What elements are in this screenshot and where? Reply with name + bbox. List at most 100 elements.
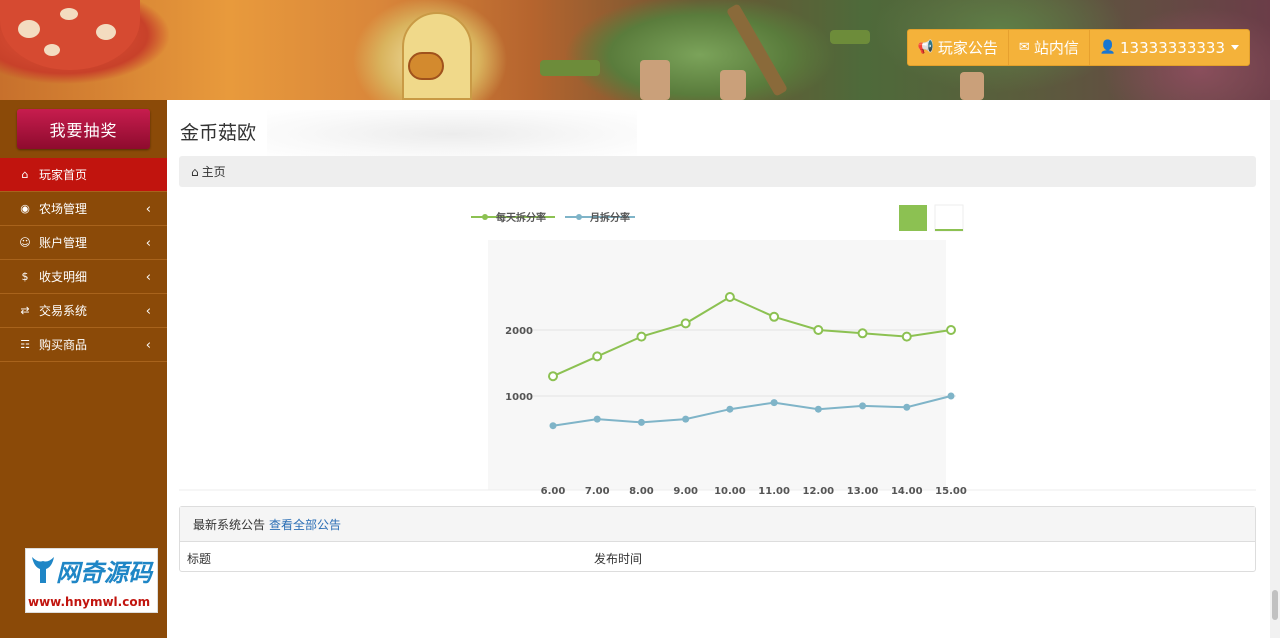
line-chart: 1000 2000 6.00 7.00 8.00 9.00 10.00 11.00 12.00 1…: [179, 195, 1256, 495]
data-point: [813, 325, 824, 335]
legend-marker: [576, 214, 582, 220]
logo-url: www.hnymwl.com: [28, 595, 151, 609]
y-tick-label: 1000: [505, 392, 533, 403]
data-point: [548, 371, 558, 382]
column-header-publish-time: 发布时间: [594, 552, 643, 566]
lottery-button[interactable]: 我要抽奖: [17, 109, 150, 149]
x-tick-label: 12.00: [803, 486, 835, 495]
chart-toggle-button-active: [899, 205, 927, 231]
x-tick-label: 8.00: [629, 486, 654, 495]
data-point: [770, 399, 778, 407]
announcement-table-header: 标题 发布时间: [180, 542, 1255, 572]
home-icon: ⌂: [191, 164, 199, 179]
site-logo: 网奇源码 www.hnymwl.com: [25, 548, 158, 613]
shopping-cart-icon: ☶: [20, 338, 30, 351]
data-point: [592, 351, 603, 362]
data-point: [726, 405, 734, 413]
user-icon: 👤: [1099, 40, 1117, 55]
x-tick-label: 13.00: [847, 486, 879, 495]
chevron-left-icon: ‹: [145, 202, 151, 217]
sidebar-item-buy-goods[interactable]: ☶ 购买商品 ‹: [0, 328, 167, 362]
caret-down-icon: [1231, 45, 1239, 50]
sidebar-item-label: 交易系统: [39, 304, 88, 318]
y-tick-label: 2000: [505, 326, 533, 337]
bull-logo-icon: [32, 557, 54, 583]
messages-label: 站内信: [1033, 39, 1079, 57]
legend-marker: [482, 214, 488, 220]
mushroom-illustration: [0, 0, 140, 70]
announcement-panel: 最新系统公告 查看全部公告 标题 发布时间: [179, 506, 1256, 572]
data-point: [636, 331, 647, 342]
x-tick-label: 10.00: [714, 486, 746, 495]
header-banner: 📢 玩家公告 ✉ 站内信 👤 13333333333: [0, 0, 1270, 100]
data-point: [769, 311, 780, 322]
piggy-bank-icon: ◉: [20, 202, 30, 215]
main-content: 金币菇欧 ⌂ 主页 1000 2000 6.00 7.00 8.00 9.00 10.00 1…: [167, 100, 1270, 638]
x-tick-label: 6.00: [541, 486, 566, 495]
sidebar-item-trading-system[interactable]: ⇄ 交易系统 ‹: [0, 294, 167, 328]
chevron-left-icon: ‹: [145, 270, 151, 285]
data-point: [637, 418, 645, 426]
blurred-watermark: [267, 110, 637, 158]
data-point: [724, 292, 735, 302]
sidebar-menu: ⌂ 玩家首页 ◉ 农场管理 ‹ ☺ 账户管理 ‹ $ 收支明细 ‹ ⇄ 交易系统: [0, 158, 167, 362]
chevron-left-icon: ‹: [145, 304, 151, 319]
sidebar-item-label: 收支明细: [39, 270, 88, 284]
x-tick-label: 15.00: [935, 486, 967, 495]
site-messages-button[interactable]: ✉ 站内信: [1009, 30, 1090, 65]
sidebar-item-label: 玩家首页: [39, 168, 88, 182]
sidebar-item-label: 农场管理: [39, 202, 88, 216]
sidebar: 我要抽奖 ⌂ 玩家首页 ◉ 农场管理 ‹ ☺ 账户管理 ‹ $ 收支明细 ‹ ⇄…: [0, 100, 167, 638]
sidebar-item-player-home[interactable]: ⌂ 玩家首页: [0, 158, 167, 192]
x-tick-label: 11.00: [758, 486, 790, 495]
logo-text: 网奇源码: [56, 559, 152, 587]
sidebar-item-label: 购买商品: [39, 338, 88, 352]
chevron-left-icon: ‹: [145, 338, 151, 353]
chevron-left-icon: ‹: [145, 236, 151, 251]
dollar-icon: $: [21, 270, 29, 283]
sidebar-item-income-details[interactable]: $ 收支明细 ‹: [0, 260, 167, 294]
legend-label: 每天拆分率: [496, 211, 546, 224]
data-point: [903, 403, 911, 411]
data-point: [682, 415, 690, 423]
sidebar-item-label: 账户管理: [39, 236, 88, 250]
sidebar-item-farm-management[interactable]: ◉ 农场管理 ‹: [0, 192, 167, 226]
username-label: 13333333333: [1120, 38, 1225, 57]
user-menu-button[interactable]: 👤 13333333333: [1090, 30, 1249, 65]
x-tick-label: 9.00: [673, 486, 698, 495]
data-point: [947, 392, 955, 400]
bullhorn-icon: 📢: [917, 40, 934, 55]
vertical-scrollbar[interactable]: [1270, 100, 1280, 638]
user-icon: ☺: [19, 236, 31, 249]
column-header-title: 标题: [187, 552, 212, 566]
page-title: 金币菇欧: [180, 122, 257, 144]
data-point: [593, 415, 601, 423]
view-all-announcements-link[interactable]: 查看全部公告: [269, 516, 341, 533]
chart-svg: 1000 2000 6.00 7.00 8.00 9.00 10.00 11.00 12.00 1…: [179, 204, 1256, 495]
data-point: [814, 405, 822, 413]
announcement-header: 最新系统公告 查看全部公告: [180, 507, 1255, 542]
scrollbar-thumb[interactable]: [1272, 590, 1278, 620]
page: 📢 玩家公告 ✉ 站内信 👤 13333333333 我要抽奖 ⌂ 玩家首页 ◉: [0, 0, 1280, 638]
envelope-icon: ✉: [1018, 40, 1030, 55]
legend-label: 月拆分率: [589, 211, 630, 224]
data-point: [549, 422, 557, 430]
retweet-icon: ⇄: [20, 304, 30, 317]
x-tick-label: 7.00: [585, 486, 610, 495]
breadcrumb-home[interactable]: 主页: [202, 163, 226, 180]
x-tick-label: 14.00: [891, 486, 923, 495]
top-nav: 📢 玩家公告 ✉ 站内信 👤 13333333333: [906, 29, 1250, 66]
sidebar-item-account-management[interactable]: ☺ 账户管理 ‹: [0, 226, 167, 260]
data-point: [857, 328, 868, 339]
breadcrumb: ⌂ 主页: [179, 156, 1256, 187]
data-point: [901, 331, 912, 342]
home-icon: ⌂: [21, 168, 29, 181]
data-point: [946, 325, 956, 335]
data-point: [680, 318, 691, 329]
player-announcement-button[interactable]: 📢 玩家公告: [908, 30, 1009, 65]
data-point: [859, 402, 867, 410]
door-window-illustration: [408, 52, 444, 80]
chart-toggle-button: [934, 204, 964, 232]
plot-background: [488, 240, 946, 490]
announcement-label: 玩家公告: [937, 39, 998, 57]
